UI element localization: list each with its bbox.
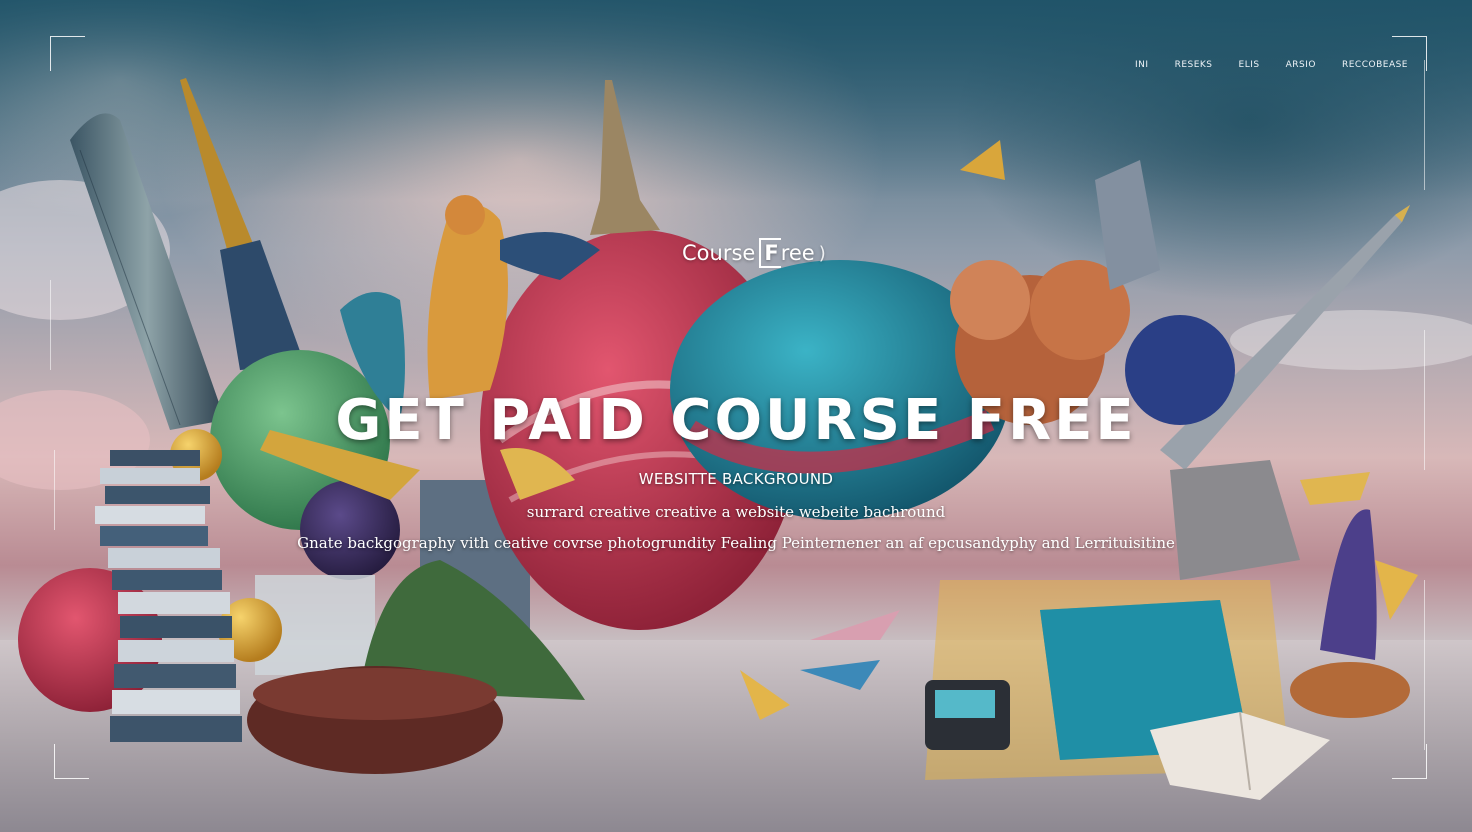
brand-logo[interactable]: Course F ree ) (682, 238, 826, 268)
nav-item-ellis[interactable]: ELIS (1239, 60, 1260, 70)
logo-mark: F (759, 238, 781, 268)
statue-head (445, 195, 485, 235)
floating-paper (740, 670, 790, 720)
device-screen (935, 690, 995, 718)
hero-headline: GET PAID COURSE FREE (335, 388, 1137, 453)
frame-corner-bottom-left (54, 744, 89, 779)
logo-suffix: ) (818, 242, 826, 264)
nav-item-arsio[interactable]: ARSIO (1286, 60, 1316, 70)
frame-corner-top-left (50, 36, 85, 71)
hero-tagline: surrard creative creative a website webe… (526, 503, 946, 521)
nav-item-resources[interactable]: RECCOBEASE (1342, 60, 1408, 70)
nav-item-courses[interactable]: RESEKS (1175, 60, 1213, 70)
pouf-top (253, 668, 497, 720)
plant-leaves (1320, 509, 1377, 660)
plant-pot (1290, 662, 1410, 718)
hero-subheadline: WEBSITTE BACKGROUND (638, 470, 834, 488)
frame-guide-line (1424, 60, 1425, 190)
hero-description: Gnate backgography vith ceative covrse p… (297, 534, 1175, 552)
frame-guide-line (1424, 580, 1425, 750)
logo-rest: ree (780, 241, 815, 265)
floating-paper (1375, 560, 1418, 620)
autumn-tree (950, 260, 1030, 340)
nav-item-home[interactable]: INI (1135, 60, 1149, 70)
open-book (1150, 712, 1330, 800)
frame-guide-line (50, 280, 51, 370)
floating-paper (810, 610, 900, 640)
logo-prefix: Course (682, 241, 756, 265)
hero-background: INI RESEKS ELIS ARSIO RECCOBEASE Course … (0, 0, 1472, 832)
floating-paper (800, 660, 880, 690)
top-nav: INI RESEKS ELIS ARSIO RECCOBEASE (1135, 60, 1408, 70)
frame-corner-bottom-right (1392, 744, 1427, 779)
